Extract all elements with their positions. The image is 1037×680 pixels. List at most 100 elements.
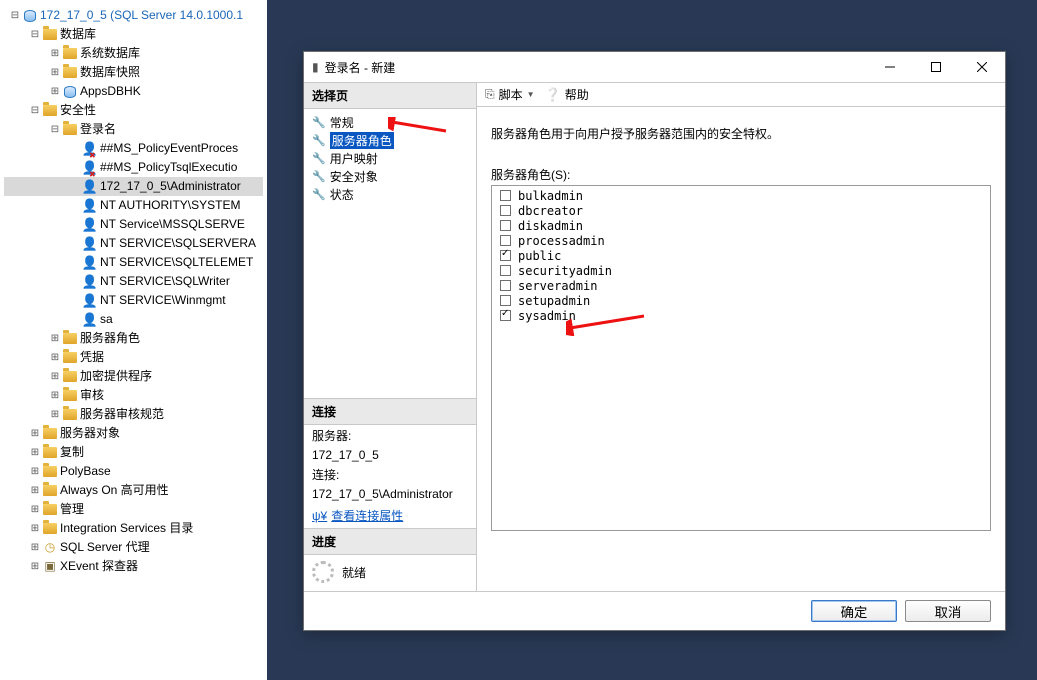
expand-icon[interactable]: ⊞ xyxy=(48,329,62,348)
tree-login-ntauth[interactable]: ·👤NT AUTHORITY\SYSTEM xyxy=(4,196,263,215)
expand-icon[interactable]: ⊞ xyxy=(48,63,62,82)
close-button[interactable] xyxy=(959,52,1005,82)
tree-login-policyevent[interactable]: ·👤##MS_PolicyEventProces xyxy=(4,139,263,158)
tree-login-sqlagent[interactable]: ·👤NT SERVICE\SQLSERVERA xyxy=(4,234,263,253)
expand-icon[interactable]: ⊞ xyxy=(28,538,42,557)
tree-node-security[interactable]: ⊟安全性 xyxy=(4,101,263,120)
help-button[interactable]: 帮助 xyxy=(565,86,589,103)
role-checkbox-sysadmin[interactable] xyxy=(500,310,511,321)
expand-icon[interactable]: ⊞ xyxy=(48,348,62,367)
database-icon xyxy=(62,84,78,100)
collapse-icon[interactable]: ⊟ xyxy=(8,6,22,25)
collapse-icon[interactable]: ⊟ xyxy=(28,101,42,120)
tree-node-databases[interactable]: ⊟数据库 xyxy=(4,25,263,44)
folder-icon xyxy=(42,103,58,119)
tree-node-server-roles[interactable]: ⊞服务器角色 xyxy=(4,329,263,348)
user-icon: 👤 xyxy=(82,255,98,271)
role-row-securityadmin[interactable]: securityadmin xyxy=(496,263,986,278)
expand-icon[interactable]: ⊞ xyxy=(28,481,42,500)
page-server-roles[interactable]: 🔧服务器角色 xyxy=(304,131,476,149)
wrench-icon: 🔧 xyxy=(312,134,326,147)
role-row-processadmin[interactable]: processadmin xyxy=(496,233,986,248)
role-row-bulkadmin[interactable]: bulkadmin xyxy=(496,188,986,203)
role-checkbox-setupadmin[interactable] xyxy=(500,295,511,306)
role-checkbox-serveradmin[interactable] xyxy=(500,280,511,291)
role-checkbox-securityadmin[interactable] xyxy=(500,265,511,276)
dialog-titlebar[interactable]: ▮ 登录名 - 新建 xyxy=(304,52,1005,82)
login-icon: ▮ xyxy=(312,60,319,74)
role-label: public xyxy=(518,249,561,263)
tree-node-agent[interactable]: ⊞◷SQL Server 代理 xyxy=(4,538,263,557)
role-row-public[interactable]: public xyxy=(496,248,986,263)
role-checkbox-processadmin[interactable] xyxy=(500,235,511,246)
tree-node-appsdb[interactable]: ⊞AppsDBHK xyxy=(4,82,263,101)
folder-icon xyxy=(42,483,58,499)
role-row-sysadmin[interactable]: sysadmin xyxy=(496,308,986,323)
page-status[interactable]: 🔧状态 xyxy=(304,185,476,203)
tree-login-administrator[interactable]: ·👤172_17_0_5\Administrator xyxy=(4,177,263,196)
cancel-button[interactable]: 取消 xyxy=(905,600,991,622)
tree-node-logins[interactable]: ⊟登录名 xyxy=(4,120,263,139)
tree-login-sqlwriter[interactable]: ·👤NT SERVICE\SQLWriter xyxy=(4,272,263,291)
server-roles-list[interactable]: bulkadmindbcreatordiskadminprocessadminp… xyxy=(491,185,991,531)
tree-login-mssql[interactable]: ·👤NT Service\MSSQLSERVE xyxy=(4,215,263,234)
folder-icon xyxy=(42,464,58,480)
tree-login-sa[interactable]: ·👤sa xyxy=(4,310,263,329)
minimize-button[interactable] xyxy=(867,52,913,82)
user-icon: 👤 xyxy=(82,236,98,252)
ok-button[interactable]: 确定 xyxy=(811,600,897,622)
expand-icon[interactable]: ⊞ xyxy=(48,405,62,424)
tree-login-policytsql[interactable]: ·👤##MS_PolicyTsqlExecutio xyxy=(4,158,263,177)
tree-node-alwayson[interactable]: ⊞Always On 高可用性 xyxy=(4,481,263,500)
wrench-icon: 🔧 xyxy=(312,152,326,165)
expand-icon[interactable]: ⊞ xyxy=(28,519,42,538)
collapse-icon[interactable]: ⊟ xyxy=(28,25,42,44)
expand-icon[interactable]: ⊞ xyxy=(28,557,42,576)
tree-node-server-objects[interactable]: ⊞服务器对象 xyxy=(4,424,263,443)
tree-node-replication[interactable]: ⊞复制 xyxy=(4,443,263,462)
dialog-toolbar: ⎘ 脚本 ▼ ❔ 帮助 xyxy=(477,83,1005,107)
tree-login-telemetry[interactable]: ·👤NT SERVICE\SQLTELEMET xyxy=(4,253,263,272)
tree-node-polybase[interactable]: ⊞PolyBase xyxy=(4,462,263,481)
tree-node-audit[interactable]: ⊞审核 xyxy=(4,386,263,405)
maximize-button[interactable] xyxy=(913,52,959,82)
expand-icon[interactable]: ⊞ xyxy=(48,44,62,63)
role-row-serveradmin[interactable]: serveradmin xyxy=(496,278,986,293)
tree-node-credentials[interactable]: ⊞凭据 xyxy=(4,348,263,367)
role-row-setupadmin[interactable]: setupadmin xyxy=(496,293,986,308)
page-general[interactable]: 🔧常规 xyxy=(304,113,476,131)
script-button[interactable]: 脚本 xyxy=(499,86,523,103)
expand-icon[interactable]: ⊞ xyxy=(48,82,62,101)
expand-icon[interactable]: ⊞ xyxy=(48,386,62,405)
role-checkbox-bulkadmin[interactable] xyxy=(500,190,511,201)
collapse-icon[interactable]: ⊟ xyxy=(48,120,62,139)
view-connection-properties-link[interactable]: ψ¥查看连接属性 xyxy=(304,503,476,528)
tree-node-sysdb[interactable]: ⊞系统数据库 xyxy=(4,44,263,63)
tree-node-integration[interactable]: ⊞Integration Services 目录 xyxy=(4,519,263,538)
tree-node-snapshot[interactable]: ⊞数据库快照 xyxy=(4,63,263,82)
expand-icon[interactable]: ⊞ xyxy=(48,367,62,386)
tree-login-winmgmt[interactable]: ·👤NT SERVICE\Winmgmt xyxy=(4,291,263,310)
role-label: serveradmin xyxy=(518,279,597,293)
expand-icon[interactable]: ⊞ xyxy=(28,424,42,443)
page-user-mapping[interactable]: 🔧用户映射 xyxy=(304,149,476,167)
role-row-dbcreator[interactable]: dbcreator xyxy=(496,203,986,218)
expand-icon[interactable]: ⊞ xyxy=(28,462,42,481)
connection-label: 连接: xyxy=(304,464,476,485)
dropdown-icon[interactable]: ▼ xyxy=(527,90,535,99)
expand-icon[interactable]: ⊞ xyxy=(28,443,42,462)
folder-icon xyxy=(62,369,78,385)
tree-node-xevent[interactable]: ⊞▣XEvent 探查器 xyxy=(4,557,263,576)
role-label: setupadmin xyxy=(518,294,590,308)
role-checkbox-diskadmin[interactable] xyxy=(500,220,511,231)
page-securables[interactable]: 🔧安全对象 xyxy=(304,167,476,185)
tree-node-crypto[interactable]: ⊞加密提供程序 xyxy=(4,367,263,386)
role-checkbox-dbcreator[interactable] xyxy=(500,205,511,216)
role-row-diskadmin[interactable]: diskadmin xyxy=(496,218,986,233)
expand-icon[interactable]: ⊞ xyxy=(28,500,42,519)
tree-node-audit-spec[interactable]: ⊞服务器审核规范 xyxy=(4,405,263,424)
role-checkbox-public[interactable] xyxy=(500,250,511,261)
tree-node-server[interactable]: ⊟172_17_0_5 (SQL Server 14.0.1000.1 xyxy=(4,6,263,25)
tree-node-management[interactable]: ⊞管理 xyxy=(4,500,263,519)
folder-icon xyxy=(62,407,78,423)
